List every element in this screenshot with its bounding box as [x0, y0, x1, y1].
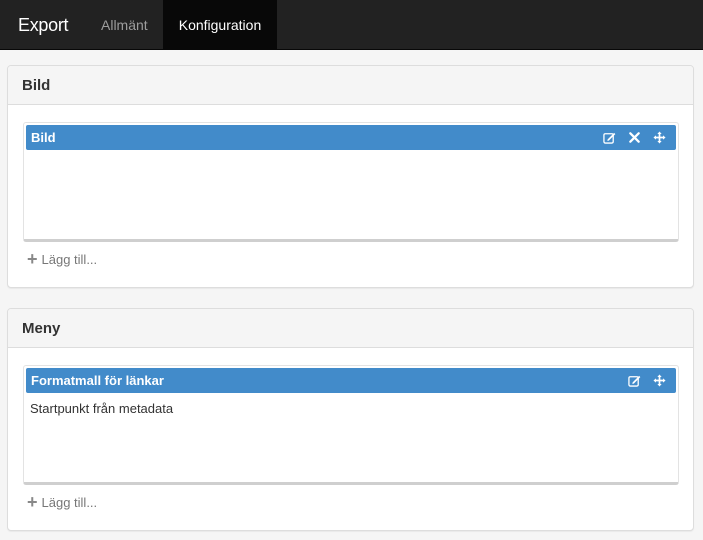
- add-item-label: Lägg till...: [41, 251, 98, 267]
- item-actions: [591, 125, 666, 150]
- add-item-link[interactable]: + Lägg till...: [27, 250, 97, 268]
- panel-meny: Meny Formatmall för länkar Startpunkt fr…: [7, 308, 694, 531]
- move-icon[interactable]: [653, 374, 666, 387]
- app-brand[interactable]: Export: [18, 0, 69, 50]
- move-icon[interactable]: [653, 131, 666, 144]
- list-item-header[interactable]: Formatmall för länkar: [26, 368, 676, 393]
- tab-general[interactable]: Allmänt: [101, 0, 148, 50]
- list-item-label: Formatmall för länkar: [31, 373, 164, 388]
- list-item-content: Startpunkt från metadata: [30, 401, 174, 416]
- item-list: Bild: [23, 122, 679, 242]
- add-item-link[interactable]: + Lägg till...: [27, 493, 97, 511]
- list-item-header[interactable]: Bild: [26, 125, 676, 150]
- item-list: Formatmall för länkar Startpunkt från me…: [23, 365, 679, 485]
- plus-icon: +: [27, 249, 38, 269]
- list-item-label: Bild: [31, 130, 56, 145]
- add-item-label: Lägg till...: [41, 494, 98, 510]
- panel-bild: Bild Bild + Lägg till...: [7, 65, 694, 288]
- close-icon[interactable]: [628, 131, 641, 144]
- panel-title: Meny: [8, 309, 693, 348]
- edit-icon[interactable]: [603, 131, 616, 144]
- top-navbar: Export Allmänt Konfiguration: [0, 0, 703, 50]
- panel-title: Bild: [8, 66, 693, 105]
- item-actions: [616, 368, 666, 393]
- plus-icon: +: [27, 492, 38, 512]
- tab-configuration[interactable]: Konfiguration: [163, 0, 277, 50]
- edit-icon[interactable]: [628, 374, 641, 387]
